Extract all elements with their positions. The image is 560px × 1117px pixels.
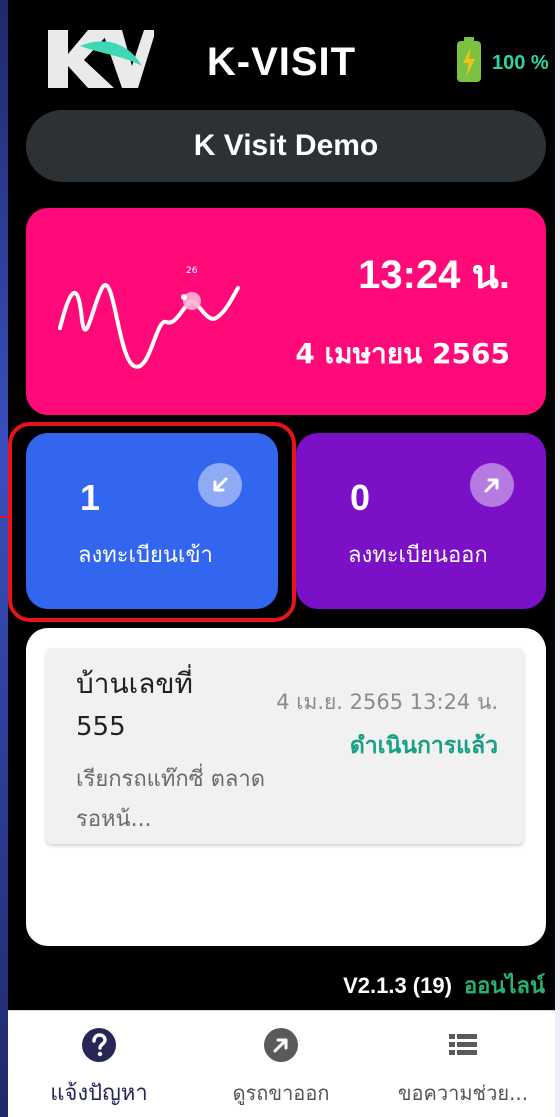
- version-row: V2.1.3 (19) ออนไลน์: [343, 968, 545, 1003]
- app-header: K-VISIT 100 %: [8, 0, 555, 100]
- arrow-up-right-icon: [470, 463, 514, 507]
- visit-house-label: บ้านเลขที่: [76, 667, 193, 700]
- nav-label-outgoing-vehicles: ดูรถขาออก: [232, 1081, 330, 1105]
- check-out-label: ลงทะเบียนออก: [348, 543, 488, 568]
- nav-item-help-request[interactable]: ขอความช่วย...: [372, 1011, 554, 1117]
- connection-status: ออนไลน์: [463, 974, 545, 999]
- visit-list-item[interactable]: บ้านเลขที่ 555 เรียกรถแท๊กซี่ ตลาด รอหน้…: [46, 648, 524, 844]
- app-screen: K-VISIT 100 % K Visit Demo 26 13:24 น. 4…: [0, 0, 555, 1117]
- nav-item-outgoing-vehicles[interactable]: ดูรถขาออก: [190, 1011, 372, 1117]
- app-version: V2.1.3 (19): [343, 973, 452, 998]
- battery-percent: 100 %: [492, 52, 549, 74]
- selection-highlight: [8, 422, 296, 622]
- project-name: K Visit Demo: [193, 129, 379, 162]
- visit-house-number: 555: [76, 712, 126, 742]
- visit-list: บ้านเลขที่ 555 เรียกรถแท๊กซี่ ตลาด รอหน้…: [26, 628, 546, 946]
- frame-edge: [0, 0, 8, 1117]
- frame-edge-right: [555, 0, 560, 1117]
- visit-datetime: 4 เม.ย. 2565 13:24 น.: [276, 690, 498, 714]
- current-time: 13:24 น.: [358, 253, 510, 297]
- check-out-count: 0: [350, 477, 371, 518]
- help-circle-icon: [82, 1028, 116, 1062]
- wave-marker-label: 26: [186, 266, 198, 276]
- check-out-card[interactable]: 0 ลงทะเบียนออก: [296, 433, 546, 609]
- nav-item-report-problem[interactable]: แจ้งปัญหา: [8, 1011, 190, 1117]
- nav-label-report-problem: แจ้งปัญหา: [50, 1081, 148, 1106]
- current-date: 4 เมษายน 2565: [295, 337, 510, 370]
- arrow-up-right-circle-icon: [264, 1028, 298, 1062]
- clock-card: 26 13:24 น. 4 เมษายน 2565: [26, 208, 546, 415]
- bottom-nav: แจ้งปัญหา ดูรถขาออก ขอความช่วย...: [8, 1010, 555, 1117]
- visit-description: เรียกรถแท๊กซี่ ตลาด รอหน้...: [76, 767, 266, 832]
- selection-highlight-tick: [0, 516, 12, 518]
- battery-icon: [457, 37, 481, 82]
- visit-status: ดำเนินการแล้ว: [349, 733, 498, 759]
- list-icon: [449, 1034, 477, 1055]
- heartbeat-wave-graphic: 26: [58, 266, 240, 369]
- nav-label-help-request: ขอความช่วย...: [397, 1081, 529, 1105]
- project-selector[interactable]: K Visit Demo: [26, 110, 546, 182]
